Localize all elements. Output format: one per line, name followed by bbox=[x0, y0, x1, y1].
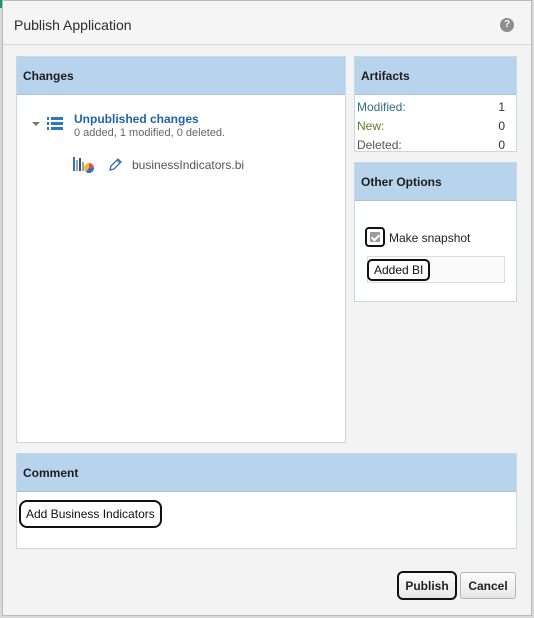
comment-panel: Comment bbox=[16, 453, 517, 549]
tree-collapse-icon[interactable] bbox=[32, 122, 40, 126]
other-options-header: Other Options bbox=[355, 163, 516, 201]
help-icon[interactable]: ? bbox=[500, 18, 514, 32]
unpublished-changes-link[interactable]: Unpublished changes bbox=[74, 112, 199, 126]
artifacts-header: Artifacts bbox=[355, 57, 516, 95]
new-label: New: bbox=[357, 119, 385, 133]
pencil-icon[interactable] bbox=[107, 157, 123, 173]
dialog-title: Publish Application bbox=[14, 17, 132, 33]
cancel-button[interactable]: Cancel bbox=[460, 572, 516, 599]
list-icon bbox=[47, 117, 63, 133]
modified-label: Modified: bbox=[357, 100, 406, 114]
dialog-titlebar: Publish Application ? bbox=[3, 1, 531, 45]
comment-header: Comment bbox=[17, 454, 516, 492]
publish-dialog: Publish Application ? Changes Unpublishe… bbox=[2, 0, 532, 616]
make-snapshot-checkbox[interactable] bbox=[365, 227, 385, 247]
other-options-panel: Other Options Make snapshot bbox=[354, 162, 517, 302]
publish-button[interactable]: Publish bbox=[397, 571, 457, 600]
file-name[interactable]: businessIndicators.bi bbox=[132, 158, 244, 172]
modified-count: 1 bbox=[498, 100, 505, 114]
new-count: 0 bbox=[498, 119, 505, 133]
snapshot-name-input[interactable] bbox=[367, 259, 430, 281]
checkmark-icon bbox=[370, 232, 380, 242]
make-snapshot-label: Make snapshot bbox=[389, 231, 471, 245]
changes-summary: 0 added, 1 modified, 0 deleted. bbox=[74, 127, 226, 139]
deleted-count: 0 bbox=[498, 138, 505, 152]
changes-header: Changes bbox=[17, 57, 345, 95]
comment-input[interactable] bbox=[19, 500, 162, 528]
chart-icon bbox=[73, 157, 94, 173]
artifacts-panel: Artifacts Modified: 1 New: 0 Deleted: 0 bbox=[354, 56, 517, 152]
changes-panel: Changes Unpublished changes 0 added, 1 m… bbox=[16, 56, 346, 443]
deleted-label: Deleted: bbox=[357, 138, 402, 152]
